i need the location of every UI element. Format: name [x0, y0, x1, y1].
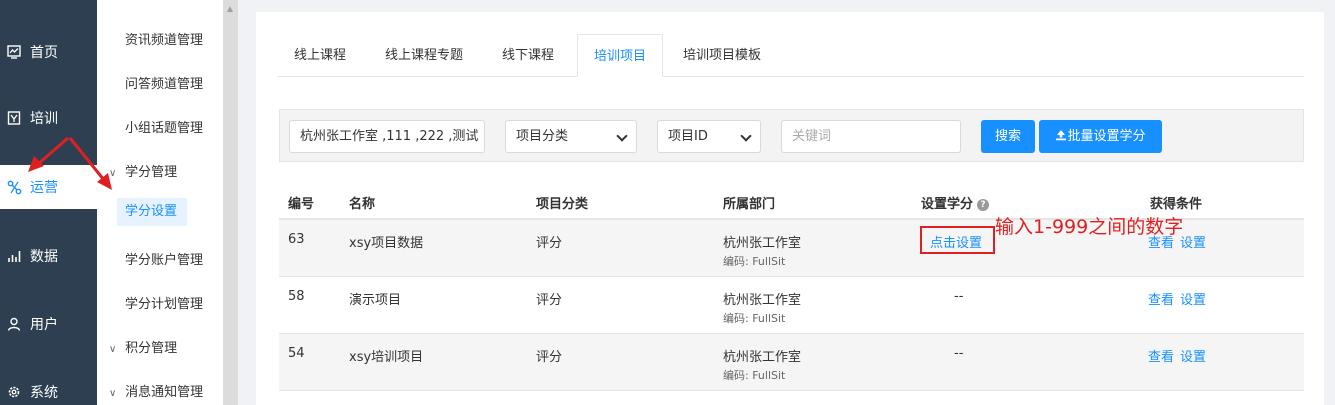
- col-header-department: 所属部门: [723, 197, 776, 212]
- menu-group-label: 学分管理: [125, 165, 178, 180]
- department-picker[interactable]: 杭州张工作室 ,111 ,222 ,测试: [289, 120, 485, 153]
- cell-category: 评分: [536, 236, 563, 251]
- batch-set-credit-button[interactable]: 批量设置学分: [1039, 120, 1162, 153]
- tab-offline-courses[interactable]: 线下课程: [502, 34, 554, 77]
- cell-name: xsy培训项目: [349, 350, 424, 365]
- gear-icon: [6, 384, 22, 400]
- menu-group-points[interactable]: ∨ 积分管理: [109, 337, 177, 356]
- cell-department: 杭州张工作室: [723, 350, 802, 365]
- settings-link[interactable]: 设置: [1180, 232, 1206, 251]
- settings-link[interactable]: 设置: [1180, 289, 1206, 308]
- cell-department-code: 编码: FullSit: [723, 255, 786, 268]
- menu-group-credits[interactable]: ∨ 学分管理: [109, 161, 177, 180]
- batch-button-label: 批量设置学分: [1067, 129, 1146, 144]
- bar-chart-icon: [6, 248, 22, 264]
- nav-item-operations[interactable]: 运营: [0, 165, 97, 209]
- table-row: 54 xsy培训项目 评分 杭州张工作室 编码: FullSit -- 查看 设…: [279, 334, 1304, 391]
- cell-id: 54: [288, 346, 305, 361]
- book-icon: [6, 110, 22, 126]
- scrollbar-track[interactable]: [223, 0, 238, 405]
- search-button[interactable]: 搜索: [981, 120, 1035, 153]
- nav-item-training[interactable]: 培训: [0, 96, 97, 140]
- secondary-sidebar: 资讯频道管理 问答频道管理 小组话题管理 ∨ 学分管理 学分设置 学分账户管理 …: [97, 0, 223, 405]
- category-select-value: 项目分类: [516, 129, 569, 144]
- col-header-category: 项目分类: [536, 197, 589, 212]
- annotation-text: 输入1-999之间的数字: [995, 216, 1184, 238]
- tab-bar: 线上课程 线上课程专题 线下课程 培训项目 培训项目模板: [278, 34, 1304, 77]
- menu-item-news-channel[interactable]: 资讯频道管理: [125, 29, 203, 48]
- menu-item-qa-channel[interactable]: 问答频道管理: [125, 73, 203, 92]
- cell-category: 评分: [536, 350, 563, 365]
- cell-credit-empty: --: [954, 289, 964, 304]
- scroll-up-arrow-icon[interactable]: [226, 4, 234, 16]
- chevron-down-icon: ∨: [109, 344, 117, 355]
- nav-item-users[interactable]: 用户: [0, 302, 97, 346]
- upload-icon: [1056, 130, 1067, 141]
- cell-name: 演示项目: [349, 293, 402, 308]
- menu-group-notifications[interactable]: ∨ 消息通知管理: [109, 381, 203, 400]
- tab-project-templates[interactable]: 培训项目模板: [683, 34, 761, 77]
- category-select[interactable]: 项目分类: [505, 120, 637, 153]
- dashboard-icon: [6, 44, 22, 60]
- view-link[interactable]: 查看: [1148, 346, 1174, 365]
- primary-sidebar: 首页 培训 运营 数据 用户 系统: [0, 0, 97, 405]
- cell-name: xsy项目数据: [349, 236, 424, 251]
- tab-online-courses[interactable]: 线上课程: [294, 34, 346, 77]
- cell-department-code: 编码: FullSit: [723, 369, 786, 382]
- user-icon: [6, 316, 22, 332]
- cell-id: 58: [288, 289, 305, 304]
- chevron-down-icon: ∨: [109, 388, 117, 399]
- menu-group-label: 积分管理: [125, 341, 178, 356]
- tab-training-projects[interactable]: 培训项目: [577, 34, 664, 77]
- id-type-select[interactable]: 项目ID: [657, 120, 761, 153]
- col-header-id: 编号: [288, 197, 315, 212]
- keyword-placeholder: 关键词: [792, 129, 832, 144]
- cell-credit-empty: --: [954, 346, 964, 361]
- nav-label: 系统: [30, 385, 58, 401]
- tab-online-course-topics[interactable]: 线上课程专题: [385, 34, 463, 77]
- nav-item-data[interactable]: 数据: [0, 234, 97, 278]
- col-header-set-credit: 设置学分?: [921, 193, 990, 212]
- nav-label: 运营: [30, 180, 58, 196]
- cell-id: 63: [288, 232, 305, 247]
- view-link[interactable]: 查看: [1148, 289, 1174, 308]
- col-header-name: 名称: [349, 197, 376, 212]
- help-icon[interactable]: ?: [977, 199, 990, 211]
- id-type-select-value: 项目ID: [668, 129, 708, 144]
- cell-department: 杭州张工作室: [723, 293, 802, 308]
- menu-item-group-topics[interactable]: 小组话题管理: [125, 117, 203, 136]
- menu-group-label: 消息通知管理: [125, 385, 204, 400]
- cell-category: 评分: [536, 293, 563, 308]
- menu-item-credit-settings[interactable]: 学分设置: [117, 198, 187, 226]
- table-row: 58 演示项目 评分 杭州张工作室 编码: FullSit -- 查看 设置: [279, 277, 1304, 334]
- nav-label: 数据: [30, 249, 58, 265]
- menu-item-credit-accounts[interactable]: 学分账户管理: [125, 249, 203, 268]
- keyword-input[interactable]: 关键词: [781, 120, 961, 153]
- nav-label: 用户: [30, 317, 58, 333]
- nav-item-system[interactable]: 系统: [0, 370, 97, 405]
- operations-icon: [6, 179, 22, 195]
- menu-item-credit-plans[interactable]: 学分计划管理: [125, 293, 203, 312]
- cell-department-code: 编码: FullSit: [723, 312, 786, 325]
- settings-link[interactable]: 设置: [1180, 346, 1206, 365]
- nav-item-home[interactable]: 首页: [0, 30, 97, 74]
- nav-label: 培训: [30, 111, 58, 127]
- highlight-box: [920, 226, 995, 254]
- col-header-conditions: 获得条件: [1150, 197, 1203, 212]
- cell-department: 杭州张工作室: [723, 236, 802, 251]
- nav-label: 首页: [30, 45, 58, 61]
- chevron-down-icon: ∨: [109, 168, 117, 179]
- col-header-set-credit-label: 设置学分: [921, 197, 974, 212]
